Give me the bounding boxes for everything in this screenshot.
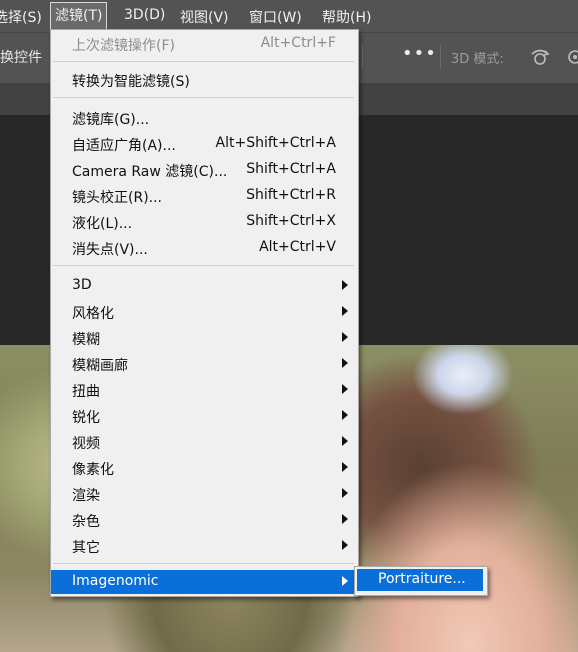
menu-item-render[interactable]: 渲染 [51,482,356,506]
3d-mode-label: 3D 模式: [451,52,504,67]
menu-item-label: 风格化 [72,306,114,322]
filter-menu: 上次滤镜操作(F) Alt+Ctrl+F 转换为智能滤镜(S) 滤镜库(G)..… [50,29,359,597]
menu-item-label: 滤镜库(G)... [72,112,150,128]
submenu-arrow-icon [342,540,348,550]
menu-item-filter-gallery[interactable]: 滤镜库(G)... [51,106,356,130]
submenu-arrow-icon [342,576,348,586]
3d-orbit-icon[interactable] [528,45,552,69]
menu-item-label: 扭曲 [72,384,100,400]
menu-item-label: Camera Raw 滤镜(C)... [72,164,228,180]
menu-item-label: 锐化 [72,410,100,426]
menu-item-shortcut: Alt+Ctrl+F [260,35,336,51]
menu-item-label: 自适应广角(A)... [72,138,176,154]
submenu-arrow-icon [342,358,348,368]
menu-item-label: 转换为智能滤镜(S) [72,74,190,90]
menu-item-shortcut: Alt+Ctrl+V [259,239,336,255]
menu-item-label: 视频 [72,436,100,452]
menu-item-noise[interactable]: 杂色 [51,508,356,532]
menu-item-label: 模糊画廊 [72,358,128,374]
transform-controls-label[interactable]: 换控件 [0,47,42,67]
menu-item-label: 上次滤镜操作(F) [72,38,175,54]
menu-window[interactable]: 窗口(W) [249,7,302,27]
menu-separator [53,265,354,266]
menu-item-vanishing-point[interactable]: 消失点(V)... Alt+Ctrl+V [51,236,356,260]
menu-item-shortcut: Alt+Shift+Ctrl+A [215,135,336,151]
menu-item-blur-gallery[interactable]: 模糊画廊 [51,352,356,376]
menu-item-pixelate[interactable]: 像素化 [51,456,356,480]
menu-item-shortcut: Shift+Ctrl+X [246,213,336,229]
submenu-arrow-icon [342,514,348,524]
menu-filter[interactable]: 滤镜(T) [50,2,108,30]
menu-item-convert-smart-filter[interactable]: 转换为智能滤镜(S) [51,68,356,92]
menu-item-label: 3D [72,277,92,293]
submenu-arrow-icon [342,306,348,316]
menu-item-liquify[interactable]: 液化(L)... Shift+Ctrl+X [51,210,356,234]
menu-separator [53,563,354,564]
menu-item-stylize[interactable]: 风格化 [51,300,356,324]
menu-item-label: 消失点(V)... [72,242,148,258]
menu-separator [53,61,354,62]
options-divider [440,45,441,69]
menu-item-label: 杂色 [72,514,100,530]
submenu-arrow-icon [342,280,348,290]
more-options-icon[interactable]: ••• [402,43,437,64]
menu-bar: 选择(S) 滤镜(T) 3D(D) 视图(V) 窗口(W) 帮助(H) [0,0,578,32]
menu-item-sharpen[interactable]: 锐化 [51,404,356,428]
menu-item-lens-correction[interactable]: 镜头校正(R)... Shift+Ctrl+R [51,184,356,208]
menu-item-camera-raw[interactable]: Camera Raw 滤镜(C)... Shift+Ctrl+A [51,158,356,182]
menu-item-shortcut: Shift+Ctrl+R [246,187,336,203]
3d-roll-icon[interactable] [563,45,578,69]
menu-help[interactable]: 帮助(H) [322,7,371,27]
submenu-arrow-icon [342,410,348,420]
menu-3d[interactable]: 3D(D) [124,7,165,23]
menu-item-3d[interactable]: 3D [51,274,356,298]
menu-item-label: 其它 [72,540,100,556]
menu-item-video[interactable]: 视频 [51,430,356,454]
submenu-arrow-icon [342,384,348,394]
menu-separator [53,97,354,98]
menu-item-adaptive-wide-angle[interactable]: 自适应广角(A)... Alt+Shift+Ctrl+A [51,132,356,156]
menu-item-imagenomic[interactable]: Imagenomic [51,570,356,594]
menu-item-label: Imagenomic [72,573,159,589]
menu-item-label: 液化(L)... [72,216,133,232]
menu-item-last-filter: 上次滤镜操作(F) Alt+Ctrl+F [51,32,356,56]
options-divider [362,45,363,69]
menu-item-distort[interactable]: 扭曲 [51,378,356,402]
menu-item-other[interactable]: 其它 [51,534,356,558]
menu-view[interactable]: 视图(V) [180,7,229,27]
menu-item-blur[interactable]: 模糊 [51,326,356,350]
submenu-arrow-icon [342,436,348,446]
menu-select[interactable]: 选择(S) [0,7,42,27]
menu-item-label: 模糊 [72,332,100,348]
menu-item-label: 像素化 [72,462,114,478]
menu-item-label: Portraiture... [378,571,466,587]
submenu-arrow-icon [342,488,348,498]
menu-item-label: 渲染 [72,488,100,504]
submenu-arrow-icon [342,332,348,342]
imagenomic-submenu: Portraiture... [354,566,488,596]
menu-item-label: 镜头校正(R)... [72,190,163,206]
submenu-arrow-icon [342,462,348,472]
menu-item-portraiture[interactable]: Portraiture... [357,569,483,591]
menu-item-shortcut: Shift+Ctrl+A [246,161,336,177]
